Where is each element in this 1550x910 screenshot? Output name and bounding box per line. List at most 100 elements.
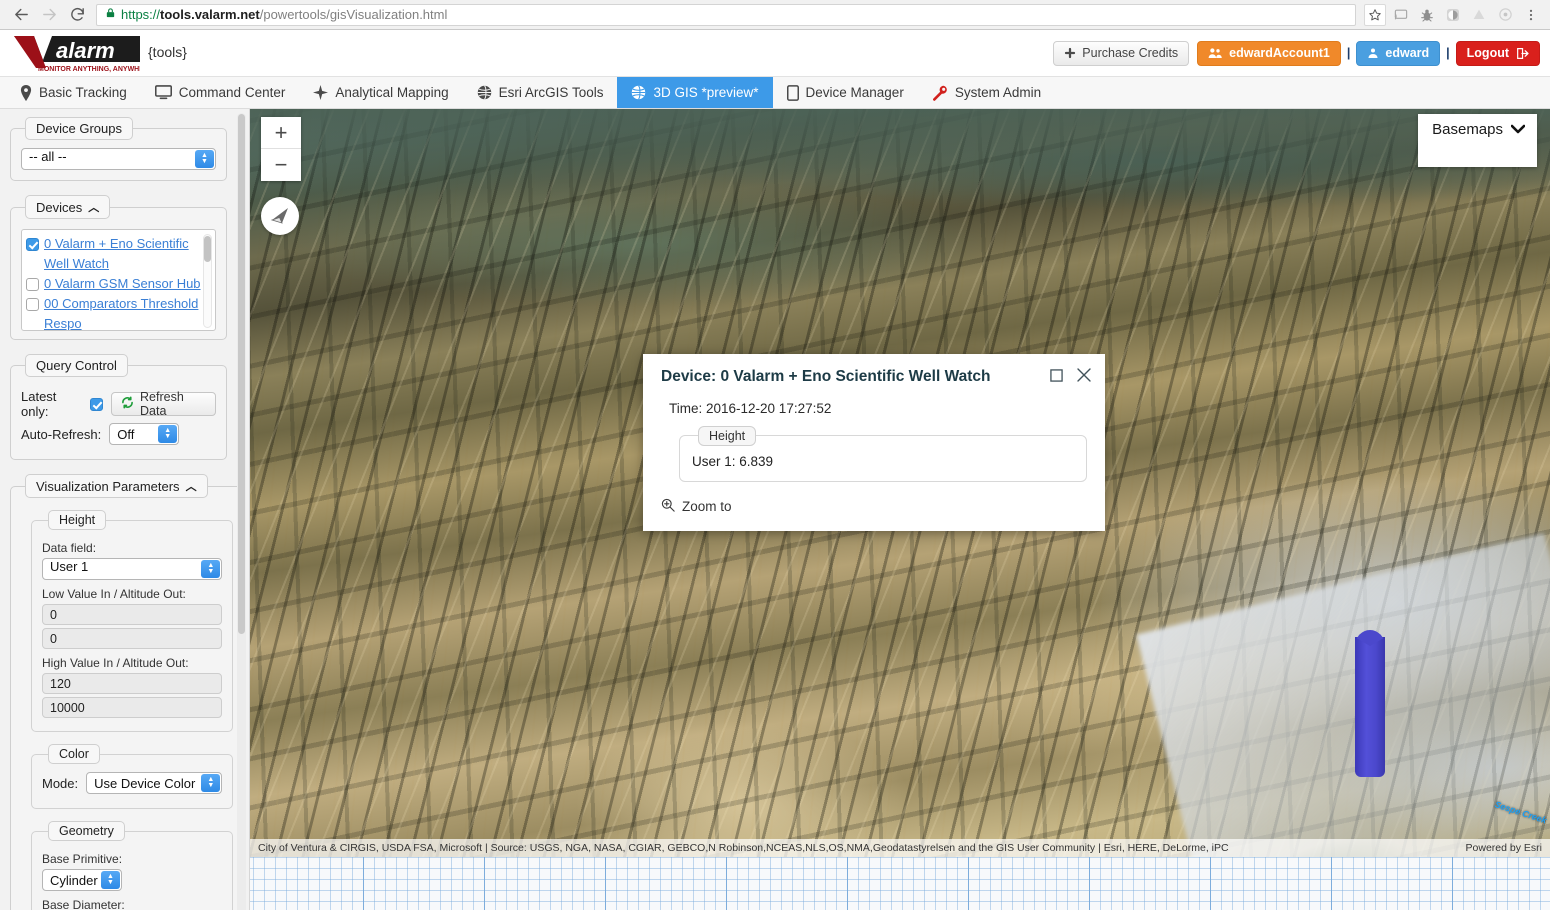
maximize-icon[interactable] (1050, 368, 1063, 385)
compass-button[interactable] (261, 197, 299, 235)
low-value-in-input[interactable]: 0 (42, 604, 223, 625)
data-field-value: User 1 (50, 559, 89, 574)
wrench-icon (932, 85, 948, 101)
base-primitive-value: Cylinder (50, 872, 98, 888)
chevron-up-icon[interactable]: ︿ (186, 478, 197, 494)
zoom-out-button[interactable]: − (261, 149, 301, 181)
forward-button[interactable] (36, 2, 62, 28)
tab-label: Esri ArcGIS Tools (498, 85, 604, 100)
chevron-up-icon[interactable]: ︿ (88, 199, 99, 215)
high-altitude-out-input[interactable]: 10000 (42, 697, 223, 718)
logout-button[interactable]: Logout (1455, 40, 1540, 66)
basemaps-label: Basemaps (1432, 121, 1503, 138)
color-mode-row: Mode: Use Device Color ▲ ▼ (42, 772, 223, 794)
basemaps-widget[interactable]: Basemaps (1418, 114, 1537, 167)
device-group-value: -- all -- (29, 149, 67, 164)
user-button[interactable]: edward (1356, 40, 1441, 66)
data-field-select[interactable]: User 1 ▲ ▼ (42, 558, 223, 580)
list-item[interactable]: 00 Comparators Threshold Respo (26, 294, 211, 330)
color-mode-select[interactable]: Use Device Color ▲ ▼ (86, 772, 223, 794)
menu-icon[interactable] (1520, 4, 1542, 26)
latest-only-checkbox[interactable] (90, 397, 103, 411)
color-legend: Color (48, 744, 100, 764)
sidebar-scrollbar[interactable] (237, 113, 246, 910)
horizon-haze (250, 109, 1550, 199)
compass-needle-icon (267, 202, 293, 231)
map-attribution: City of Ventura & CIRGIS, USDA FSA, Micr… (250, 839, 1550, 857)
popup-action-buttons (1050, 368, 1091, 385)
zoom-in-button[interactable]: + (261, 117, 301, 149)
data-field-label: Data field: (42, 541, 97, 555)
visualization-parameters-panel: Visualization Parameters ︿ Height Data f… (10, 474, 245, 910)
circle-icon[interactable] (1494, 4, 1516, 26)
latest-only-label: Latest only: (21, 389, 57, 419)
tab-device-manager[interactable]: Device Manager (773, 77, 918, 108)
devices-list-scrollbar[interactable] (203, 234, 212, 328)
device-checkbox[interactable] (26, 278, 39, 291)
close-icon[interactable] (1077, 368, 1091, 385)
devices-legend[interactable]: Devices ︿ (25, 195, 111, 219)
purchase-credits-button[interactable]: Purchase Credits (1053, 40, 1190, 66)
tab-command-center[interactable]: Command Center (141, 77, 300, 108)
globe-icon (477, 85, 492, 100)
base-diameter-label: Base Diameter: (42, 898, 125, 910)
devices-legend-label: Devices (36, 199, 83, 215)
tab-basic-tracking[interactable]: Basic Tracking (6, 77, 141, 108)
drive-icon[interactable] (1468, 4, 1490, 26)
svg-text:alarm: alarm (56, 38, 115, 63)
high-value-in-input[interactable]: 120 (42, 673, 223, 694)
sidebar: Device Groups -- all -- ▲ ▼ Devices ︿ 0 V… (0, 109, 250, 910)
color-mode-value: Use Device Color (94, 775, 196, 791)
zoom-in-icon (661, 498, 675, 515)
browser-actions (1364, 3, 1542, 26)
tab-label: System Admin (954, 85, 1042, 100)
bug-icon[interactable] (1416, 4, 1438, 26)
esri-link[interactable]: Esri (1524, 842, 1542, 854)
visualization-legend[interactable]: Visualization Parameters ︿ (25, 474, 208, 498)
back-button[interactable] (8, 2, 34, 28)
basemaps-button[interactable]: Basemaps (1418, 114, 1537, 145)
device-link[interactable]: 0 Valarm + Eno Scientific Well Watch (44, 234, 211, 274)
zoom-to-link[interactable]: Zoom to (661, 498, 732, 515)
valarm-logo[interactable]: alarm MONITOR ANYTHING, ANYWHERE™ (12, 34, 140, 73)
brand[interactable]: alarm MONITOR ANYTHING, ANYWHERE™ {tools… (12, 34, 187, 73)
color-section: Color Mode: Use Device Color ▲ ▼ (31, 744, 234, 809)
list-item[interactable]: 0 Valarm GSM Sensor Hub (26, 274, 211, 294)
cast-icon[interactable] (1390, 4, 1412, 26)
star-icon[interactable] (1364, 3, 1386, 26)
device-checkbox[interactable] (26, 298, 39, 311)
popup-title: Device: 0 Valarm + Eno Scientific Well W… (661, 368, 991, 385)
device-popup[interactable]: Device: 0 Valarm + Eno Scientific Well W… (643, 354, 1105, 531)
reload-button[interactable] (64, 2, 90, 28)
color-mode-label: Mode: (42, 775, 79, 791)
device-group-select[interactable]: -- all -- ▲ ▼ (21, 148, 216, 170)
lock-icon (105, 7, 116, 22)
tab-3d-gis-preview[interactable]: 3D GIS *preview* (617, 77, 773, 108)
chevron-down-icon (1510, 121, 1526, 138)
devices-panel: Devices ︿ 0 Valarm + Eno Scientific Well… (10, 195, 227, 340)
account-button[interactable]: edwardAccount1 (1197, 40, 1341, 66)
low-altitude-out-input[interactable]: 0 (42, 628, 223, 649)
header-actions: Purchase Credits edwardAccount1 | edward… (1053, 40, 1540, 66)
devices-list[interactable]: 0 Valarm + Eno Scientific Well Watch 0 V… (21, 229, 216, 331)
extension-icon[interactable] (1442, 4, 1464, 26)
list-item[interactable]: 0 Valarm + Eno Scientific Well Watch (26, 234, 211, 274)
device-link[interactable]: 0 Valarm GSM Sensor Hub (44, 274, 201, 294)
header-separator-2: | (1446, 46, 1450, 60)
device-checkbox[interactable] (26, 238, 39, 251)
map-pin-icon (20, 84, 32, 101)
device-marker-cylinder[interactable] (1355, 637, 1385, 777)
tab-analytical-mapping[interactable]: Analytical Mapping (299, 77, 462, 108)
url-path: /powertools/gisVisualization.html (259, 7, 448, 22)
base-primitive-select[interactable]: Cylinder ▲ ▼ (42, 869, 122, 891)
tab-label: 3D GIS *preview* (653, 85, 759, 100)
tab-system-admin[interactable]: System Admin (918, 77, 1055, 108)
refresh-data-button[interactable]: Refresh Data (111, 390, 216, 418)
geometry-section: Geometry Base Primitive: Cylinder ▲ ▼ Bas… (31, 821, 234, 910)
auto-refresh-select[interactable]: Off ▲ ▼ (109, 423, 180, 445)
address-bar[interactable]: https://tools.valarm.net/powertools/gisV… (96, 3, 1356, 26)
tab-label: Analytical Mapping (335, 85, 449, 100)
device-groups-legend: Device Groups (25, 117, 133, 140)
tab-esri-arcgis-tools[interactable]: Esri ArcGIS Tools (463, 77, 618, 108)
device-link[interactable]: 00 Comparators Threshold Respo (44, 294, 211, 330)
